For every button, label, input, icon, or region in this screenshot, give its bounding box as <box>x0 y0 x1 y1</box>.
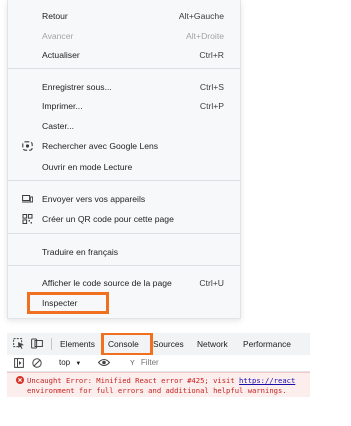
context-selector-value: top <box>59 358 71 367</box>
menu-item-label: Ouvrir en mode Lecture <box>42 162 133 172</box>
console-error-message: Uncaught Error: Minified React error #42… <box>7 372 310 397</box>
menu-item-label: Afficher le code source de la page <box>42 278 172 288</box>
menu-separator <box>8 233 240 234</box>
console-toolbar: top ▼ Y Filter <box>7 355 310 372</box>
devtools-panel: Elements Console Sources Network Perform… <box>7 333 310 397</box>
menu-item-translate[interactable]: Traduire en français <box>8 242 240 262</box>
menu-item-shortcut: Alt+Droite <box>186 31 224 41</box>
menu-item-shortcut: Ctrl+U <box>199 278 224 288</box>
sidebar-toggle-icon[interactable] <box>14 358 24 368</box>
menu-item-view-source[interactable]: Afficher le code source de la page Ctrl+… <box>8 273 240 293</box>
menu-item-shortcut: Alt+Gauche <box>178 11 224 21</box>
inspect-element-icon[interactable] <box>13 338 25 349</box>
menu-separator <box>8 265 240 266</box>
menu-item-shortcut: Ctrl+R <box>199 50 224 60</box>
menu-item-shortcut: Ctrl+S <box>199 82 224 92</box>
devices-icon <box>22 195 33 203</box>
toolbar-divider <box>51 338 52 350</box>
filter-input[interactable]: Y Filter <box>130 355 159 371</box>
tab-sources[interactable]: Sources <box>153 333 184 355</box>
tab-network[interactable]: Network <box>197 333 228 355</box>
menu-item-save-as[interactable]: Enregistrer sous... Ctrl+S <box>8 77 240 97</box>
error-line-2: environment for full errors and addition… <box>27 386 287 395</box>
google-lens-icon <box>22 141 33 151</box>
menu-separator <box>8 68 240 69</box>
error-link[interactable]: https://react <box>239 376 295 385</box>
clear-console-icon[interactable] <box>32 358 42 368</box>
filter-icon: Y <box>130 360 135 367</box>
qr-code-icon <box>22 214 33 224</box>
error-text: Uncaught Error: Minified React error #42… <box>27 376 240 385</box>
menu-item-label: Créer un QR code pour cette page <box>42 214 174 224</box>
context-menu: Retour Alt+Gauche Avancer Alt+Droite Act… <box>7 0 241 319</box>
console-highlight-box <box>101 333 153 356</box>
menu-item-label: Caster... <box>42 121 74 131</box>
menu-item-label: Actualiser <box>42 50 80 60</box>
menu-item-reload[interactable]: Actualiser Ctrl+R <box>8 45 240 65</box>
menu-item-google-lens[interactable]: Rechercher avec Google Lens <box>8 136 240 156</box>
menu-separator <box>8 180 240 181</box>
menu-item-reading-mode[interactable]: Ouvrir en mode Lecture <box>8 157 240 177</box>
filter-placeholder: Filter <box>140 358 159 367</box>
menu-item-label: Envoyer vers vos appareils <box>42 194 146 204</box>
menu-item-shortcut: Ctrl+P <box>199 101 224 111</box>
menu-item-label: Rechercher avec Google Lens <box>42 141 159 151</box>
menu-item-print[interactable]: Imprimer... Ctrl+P <box>8 96 240 116</box>
menu-item-label: Avancer <box>42 31 74 41</box>
menu-item-label: Traduire en français <box>42 247 119 257</box>
tab-performance[interactable]: Performance <box>243 333 291 355</box>
device-toolbar-icon[interactable] <box>31 338 43 349</box>
menu-item-send-to-devices[interactable]: Envoyer vers vos appareils <box>8 189 240 209</box>
menu-item-label: Enregistrer sous... <box>42 82 112 92</box>
error-line-1: Uncaught Error: Minified React error #42… <box>27 376 295 385</box>
inspect-highlight-box <box>27 292 109 314</box>
menu-item-back[interactable]: Retour Alt+Gauche <box>8 6 240 26</box>
chevron-down-icon: ▼ <box>75 361 82 367</box>
error-icon <box>16 376 24 384</box>
tab-elements[interactable]: Elements <box>60 333 95 355</box>
menu-item-qr-code[interactable]: Créer un QR code pour cette page <box>8 209 240 229</box>
eye-icon[interactable] <box>98 358 110 367</box>
context-selector[interactable]: top ▼ <box>59 355 81 371</box>
menu-item-cast[interactable]: Caster... <box>8 116 240 136</box>
menu-item-forward: Avancer Alt+Droite <box>8 26 240 46</box>
devtools-tab-bar: Elements Console Sources Network Perform… <box>7 333 310 356</box>
menu-item-label: Retour <box>42 11 68 21</box>
menu-item-label: Imprimer... <box>42 101 83 111</box>
